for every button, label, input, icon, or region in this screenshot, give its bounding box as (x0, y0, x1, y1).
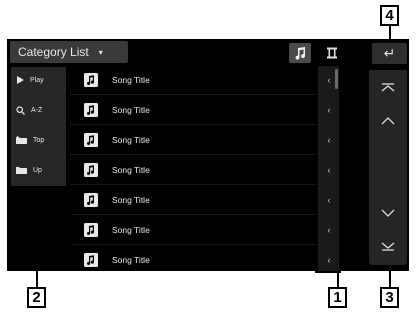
category-list-dropdown[interactable]: Category List ▾ (10, 41, 128, 63)
scroll-down-icon (381, 209, 395, 217)
marker-column: ‹ ‹ ‹ ‹ ‹ ‹ ‹ (318, 65, 340, 271)
page-bottom-icon (381, 242, 395, 251)
search-icon (16, 105, 25, 115)
song-title: Song Title (112, 74, 150, 85)
music-file-icon (84, 222, 98, 237)
header-bar: Category List ▾ ↵ (7, 39, 409, 64)
callout-1-bracket-right (339, 64, 341, 272)
music-file-icon (84, 72, 98, 87)
callout-2-bracket-right (66, 65, 68, 187)
play-button[interactable]: Play (10, 65, 67, 95)
music-file-icon (84, 192, 98, 207)
callout-2-bracket-topline (9, 65, 68, 67)
music-file-icon (84, 132, 98, 147)
text-scroll-marker[interactable]: ‹ (318, 215, 340, 245)
callout-3-bracket-right (407, 68, 409, 270)
song-title: Song Title (112, 134, 150, 145)
list-item[interactable]: Song Title (70, 245, 334, 271)
play-label: Play (30, 76, 44, 84)
scrollbar-thumb[interactable] (335, 69, 338, 89)
callout-1-bracket-top (315, 64, 341, 66)
play-icon (17, 76, 24, 84)
text-scroll-marker[interactable]: ‹ (318, 95, 340, 125)
a-z-search-button[interactable]: A-Z (10, 95, 67, 125)
callout-2-bracket-bottom (9, 186, 68, 188)
scroll-down-button[interactable] (369, 198, 407, 228)
music-mode-button[interactable] (289, 43, 311, 63)
film-icon (327, 47, 337, 59)
scroll-up-icon (381, 117, 395, 125)
callout-1: 1 (328, 287, 347, 308)
callout-3-line (389, 270, 391, 288)
music-file-icon (84, 162, 98, 177)
list-item[interactable]: Song Title (70, 185, 334, 215)
callout-3-bracket-left (367, 68, 369, 270)
a-z-label: A-Z (31, 106, 43, 114)
page-bottom-button[interactable] (369, 231, 407, 261)
text-scroll-marker[interactable]: ‹ (318, 185, 340, 215)
scroll-up-button[interactable] (369, 106, 407, 136)
left-function-panel: Play A-Z Top Up (10, 65, 67, 187)
text-scroll-marker[interactable]: ‹ (318, 155, 340, 185)
callout-1-line (337, 272, 339, 288)
song-title: Song Title (112, 164, 150, 175)
text-scroll-marker[interactable]: ‹ (318, 125, 340, 155)
song-title: Song Title (112, 254, 150, 265)
music-note-icon (295, 46, 306, 60)
song-title: Song Title (112, 224, 150, 235)
video-mode-button[interactable] (321, 43, 343, 63)
category-list-label: Category List (18, 45, 89, 59)
top-folder-button[interactable]: Top (10, 125, 67, 155)
callout-3-bracket-bottom (367, 268, 409, 270)
back-arrow-icon: ↵ (383, 45, 396, 61)
callout-3-bracket-top (367, 68, 409, 70)
folder-up-icon (16, 167, 27, 174)
list-item[interactable]: Song Title (70, 65, 334, 95)
up-folder-button[interactable]: Up (10, 155, 67, 185)
callout-2-line (36, 187, 38, 287)
list-item[interactable]: Song Title (70, 215, 334, 245)
callout-3: 3 (380, 287, 399, 308)
song-title: Song Title (112, 194, 150, 205)
back-button[interactable]: ↵ (372, 43, 407, 64)
list-item[interactable]: Song Title (70, 95, 334, 125)
up-label: Up (33, 166, 42, 174)
callout-1-bracket-left (315, 64, 317, 272)
music-file-icon (84, 252, 98, 267)
song-list: Song Title Song Title Song Title Song Ti… (70, 65, 334, 271)
song-title: Song Title (112, 104, 150, 115)
callout-2-bracket (9, 65, 11, 187)
folder-top-icon (16, 136, 27, 144)
top-label: Top (33, 136, 45, 144)
list-item[interactable]: Song Title (70, 125, 334, 155)
page-top-icon (381, 83, 395, 92)
music-file-icon (84, 102, 98, 117)
chevron-down-icon: ▾ (98, 47, 103, 57)
list-item[interactable]: Song Title (70, 155, 334, 185)
right-scroll-panel (369, 69, 407, 265)
page-top-button[interactable] (369, 73, 407, 103)
callout-2: 2 (27, 287, 46, 308)
callout-4: 4 (380, 5, 399, 26)
